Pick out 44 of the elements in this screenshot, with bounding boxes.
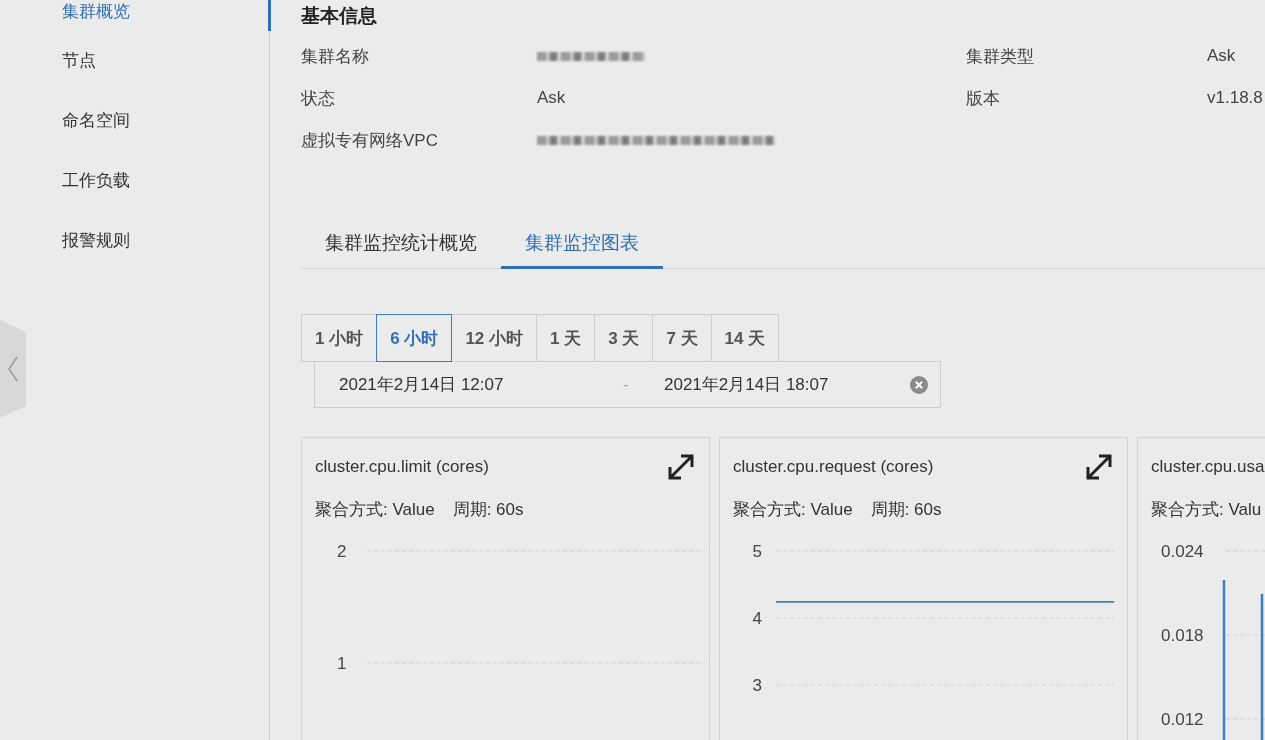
- field-label: 集群名称: [301, 45, 370, 68]
- grid-label: 0.018: [1161, 626, 1204, 645]
- time-range-button[interactable]: 14 天: [710, 314, 780, 362]
- aggregation-label: 聚合方式: Valu: [1151, 498, 1262, 521]
- y-tick-label: 5: [752, 542, 762, 561]
- period-label: 周期: 60s: [452, 498, 524, 521]
- field-value: v1.18.8: [1207, 88, 1264, 108]
- sidebar-item[interactable]: 报警规则: [0, 210, 269, 270]
- grid-label: 1: [337, 654, 347, 673]
- field-label: 状态: [301, 87, 336, 110]
- chart-title: cluster.cpu.request (cores): [733, 457, 934, 477]
- field-value: Ask: [1207, 46, 1237, 66]
- expand-icon[interactable]: [1084, 452, 1114, 482]
- date-range-field[interactable]: 2021年2月14日 12:07 - 2021年2月14日 18:07: [314, 361, 941, 408]
- y-tick-label: 4: [752, 609, 762, 628]
- active-indicator: [268, 0, 271, 31]
- range-separator: -: [623, 374, 630, 395]
- y-tick-label: 3: [752, 676, 762, 695]
- field-value: Ask: [537, 88, 567, 108]
- period-label: 周期: 60s: [870, 498, 942, 521]
- field-label: 集群类型: [966, 45, 1035, 68]
- start-date: 2021年2月14日 12:07: [339, 374, 505, 396]
- grid-label: 0.024: [1161, 542, 1204, 561]
- field-label: 版本: [966, 87, 1001, 110]
- expand-icon[interactable]: [666, 452, 696, 482]
- chart-title: cluster.cpu.usa: [1151, 457, 1265, 477]
- clear-icon[interactable]: [910, 375, 928, 394]
- aggregation-label: 聚合方式: Value: [733, 498, 853, 521]
- sidebar-item[interactable]: 节点: [0, 30, 269, 90]
- tab[interactable]: 集群监控图表: [501, 219, 663, 269]
- grid-label: 2: [337, 542, 347, 561]
- end-date: 2021年2月14日 18:07: [664, 374, 830, 396]
- sidebar-item[interactable]: 命名空间: [0, 90, 269, 150]
- field-label: 虚拟专有网络VPC: [301, 129, 439, 152]
- aggregation-label: 聚合方式: Value: [315, 498, 435, 521]
- chart-title: cluster.cpu.limit (cores): [315, 457, 489, 477]
- time-range-button[interactable]: 6 小时: [376, 314, 453, 362]
- section-title: 基本信息: [301, 4, 378, 28]
- sidebar-item[interactable]: 集群概览: [0, 0, 269, 22]
- grid-label: 0.012: [1161, 710, 1204, 729]
- time-range-button[interactable]: 1 小时: [301, 314, 378, 362]
- sidebar-item[interactable]: 工作负载: [0, 150, 269, 210]
- chevron-left-icon: [7, 356, 19, 382]
- tab[interactable]: 集群监控统计概览: [301, 219, 501, 269]
